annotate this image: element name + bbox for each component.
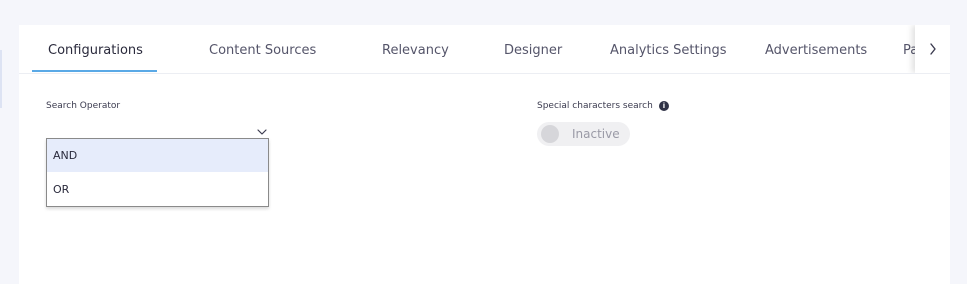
tab-bar: Configurations Content Sources Relevancy… bbox=[19, 25, 950, 74]
tab-analytics-settings[interactable]: Analytics Settings bbox=[610, 43, 727, 58]
chevron-down-icon bbox=[257, 129, 267, 135]
info-icon[interactable]: i bbox=[659, 101, 669, 111]
toggle-state-label: Inactive bbox=[572, 127, 620, 141]
tab-content-sources[interactable]: Content Sources bbox=[209, 43, 316, 58]
tab-configurations[interactable]: Configurations bbox=[48, 43, 143, 58]
tab-advertisements[interactable]: Advertisements bbox=[765, 43, 867, 58]
search-operator-dropdown: AND OR bbox=[46, 138, 269, 207]
search-operator-label: Search Operator bbox=[46, 101, 121, 111]
left-sidebar-edge bbox=[0, 50, 2, 108]
chevron-right-icon bbox=[929, 43, 936, 55]
tab-relevancy[interactable]: Relevancy bbox=[382, 43, 449, 58]
active-tab-indicator bbox=[32, 70, 157, 72]
toggle-knob bbox=[541, 125, 559, 143]
option-or[interactable]: OR bbox=[47, 173, 268, 206]
tab-scroll-right-button[interactable] bbox=[915, 25, 950, 73]
option-and[interactable]: AND bbox=[47, 139, 268, 172]
settings-card: Configurations Content Sources Relevancy… bbox=[19, 25, 950, 284]
special-characters-label: Special characters search bbox=[537, 101, 653, 111]
search-operator-select[interactable] bbox=[256, 121, 268, 135]
special-characters-toggle[interactable]: Inactive bbox=[537, 122, 630, 146]
tab-designer[interactable]: Designer bbox=[504, 43, 562, 58]
